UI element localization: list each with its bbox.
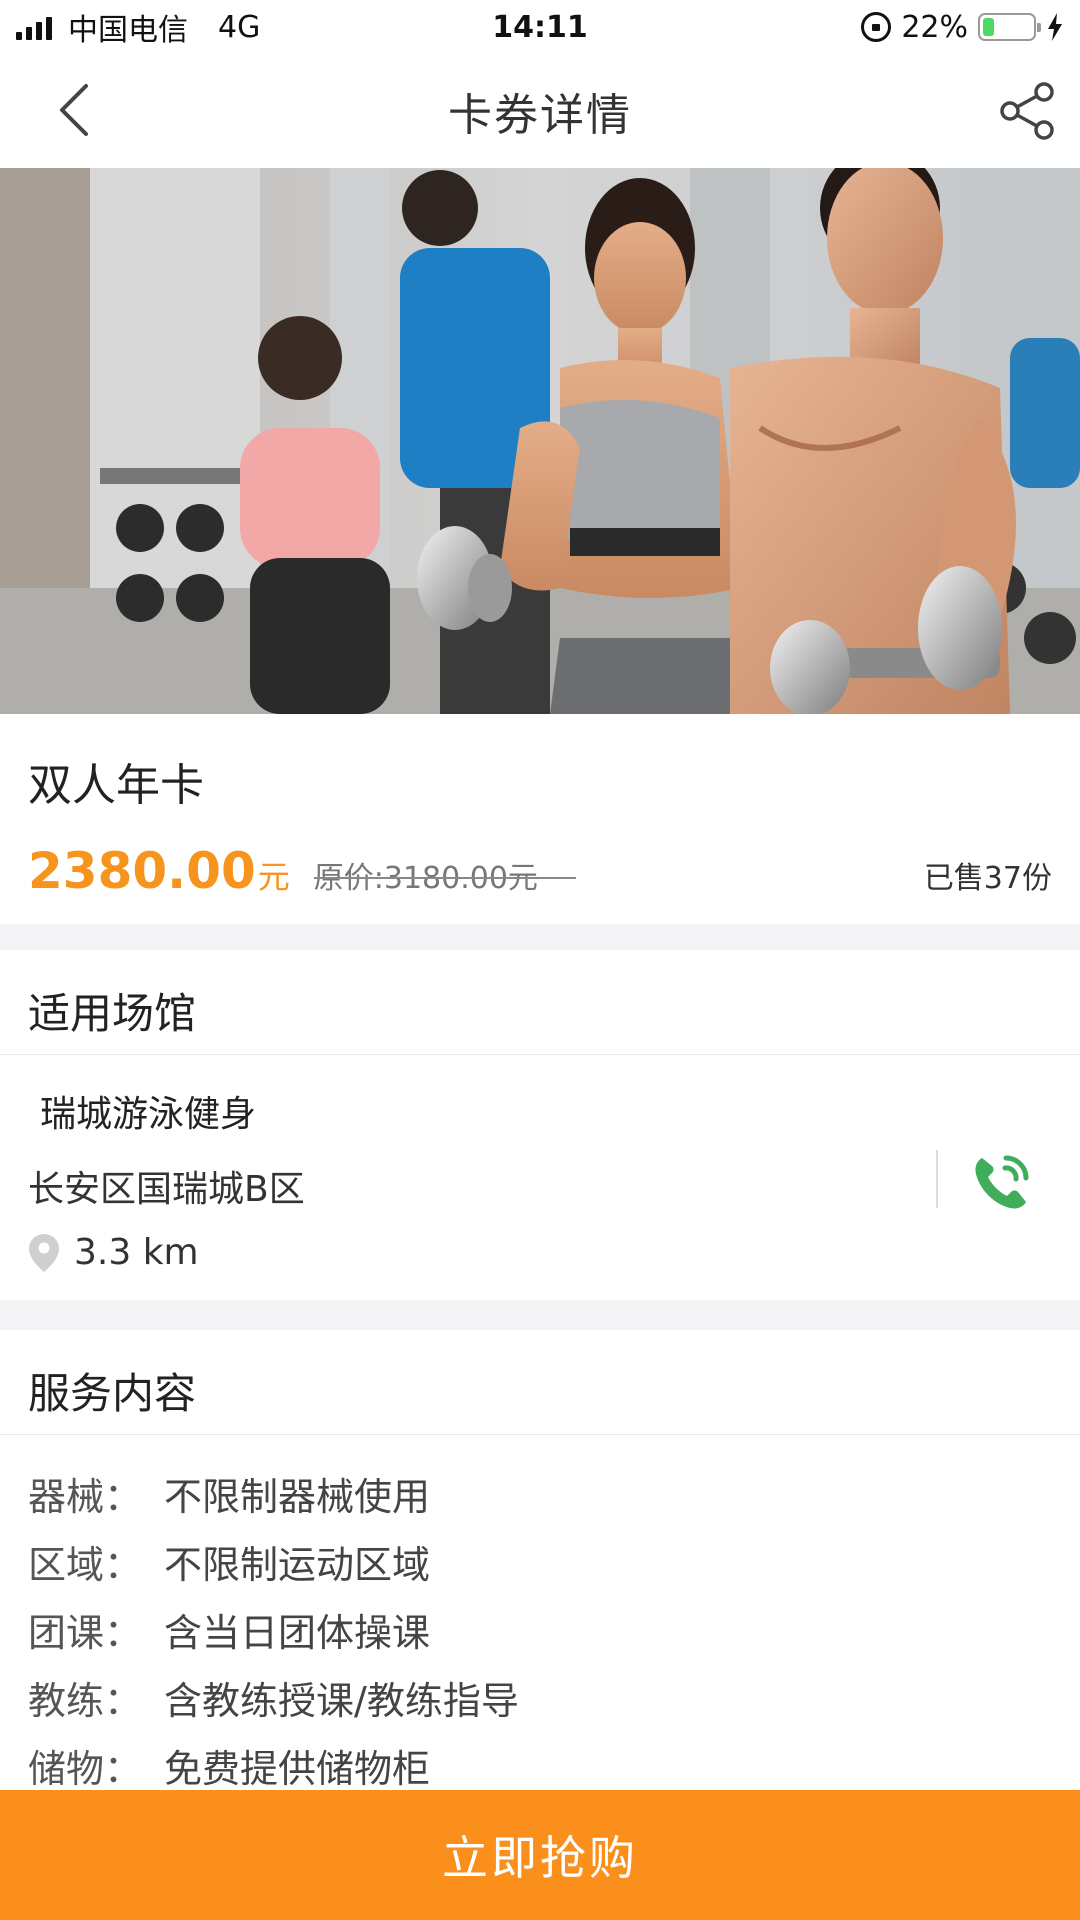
price-unit: 元	[257, 858, 290, 896]
page-title: 卡券详情	[448, 90, 632, 141]
carrier-label: 中国电信	[68, 13, 188, 48]
rotation-lock-icon	[861, 12, 892, 42]
service-value: 不限制运动区域	[164, 1543, 431, 1587]
status-bar: 中国电信 4G 14:11 22%	[0, 0, 1080, 54]
service-item: 区域： 不限制运动区域	[28, 1534, 430, 1589]
phone-icon[interactable]	[968, 1150, 1034, 1216]
card-info: 双人年卡 2380.00 元 原价:3180.00元 已售37份	[0, 714, 1080, 924]
share-icon[interactable]	[996, 80, 1058, 142]
battery-percent: 22%	[901, 9, 968, 45]
service-section: 服务内容 器械： 不限制器械使用 区域： 不限制运动区域 团课： 含当日团体操课 教练…	[0, 1330, 1080, 1793]
battery-icon	[978, 13, 1041, 41]
card-name: 双人年卡	[28, 760, 204, 811]
gym-photo	[0, 168, 1080, 714]
status-left: 中国电信 4G	[16, 5, 260, 49]
venue-section-title: 适用场馆	[28, 989, 197, 1038]
venue-address: 长安区国瑞城B区	[28, 1169, 305, 1210]
battery-level	[983, 18, 994, 36]
service-key: 器械：	[28, 1475, 143, 1519]
divider	[0, 1434, 1080, 1435]
service-section-title: 服务内容	[28, 1369, 197, 1418]
service-value: 免费提供储物柜	[164, 1747, 431, 1791]
original-price: 原价:3180.00元	[313, 853, 577, 897]
service-item: 器械： 不限制器械使用	[28, 1466, 430, 1521]
charging-bolt-icon	[1048, 13, 1062, 41]
divider	[936, 1150, 938, 1208]
service-key: 教练：	[28, 1679, 143, 1723]
service-key: 团课：	[28, 1611, 143, 1655]
service-key: 储物：	[28, 1747, 143, 1791]
service-item: 教练： 含教练授课/教练指导	[28, 1670, 519, 1725]
venue-distance: 3.3 km	[74, 1232, 199, 1273]
venue-section: 适用场馆 瑞城游泳健身 长安区国瑞城B区 3.3 km	[0, 950, 1080, 1300]
service-value: 不限制器械使用	[164, 1475, 431, 1519]
service-value: 含当日团体操课	[164, 1611, 431, 1655]
status-right: 22%	[861, 10, 1064, 45]
service-item: 储物： 免费提供储物柜	[28, 1738, 430, 1793]
current-price: 2380.00	[28, 842, 256, 900]
back-button[interactable]	[44, 80, 104, 140]
chevron-left-icon	[60, 84, 88, 136]
hero-image	[0, 168, 1080, 714]
location-pin-icon	[29, 1234, 59, 1272]
venue-name[interactable]: 瑞城游泳健身	[40, 1085, 256, 1137]
service-key: 区域：	[28, 1543, 143, 1587]
network-label: 4G	[218, 9, 261, 45]
service-value: 含教练授课/教练指导	[164, 1679, 519, 1723]
sold-count: 已售37份	[923, 861, 1052, 896]
buy-now-button[interactable]: 立即抢购	[0, 1790, 1080, 1920]
service-item: 团课： 含当日团体操课	[28, 1602, 430, 1657]
price-row: 2380.00 元 原价:3180.00元 已售37份	[28, 842, 1052, 900]
navigation-bar: 卡券详情	[0, 54, 1080, 168]
signal-icon	[16, 14, 52, 40]
divider	[0, 1054, 1080, 1055]
